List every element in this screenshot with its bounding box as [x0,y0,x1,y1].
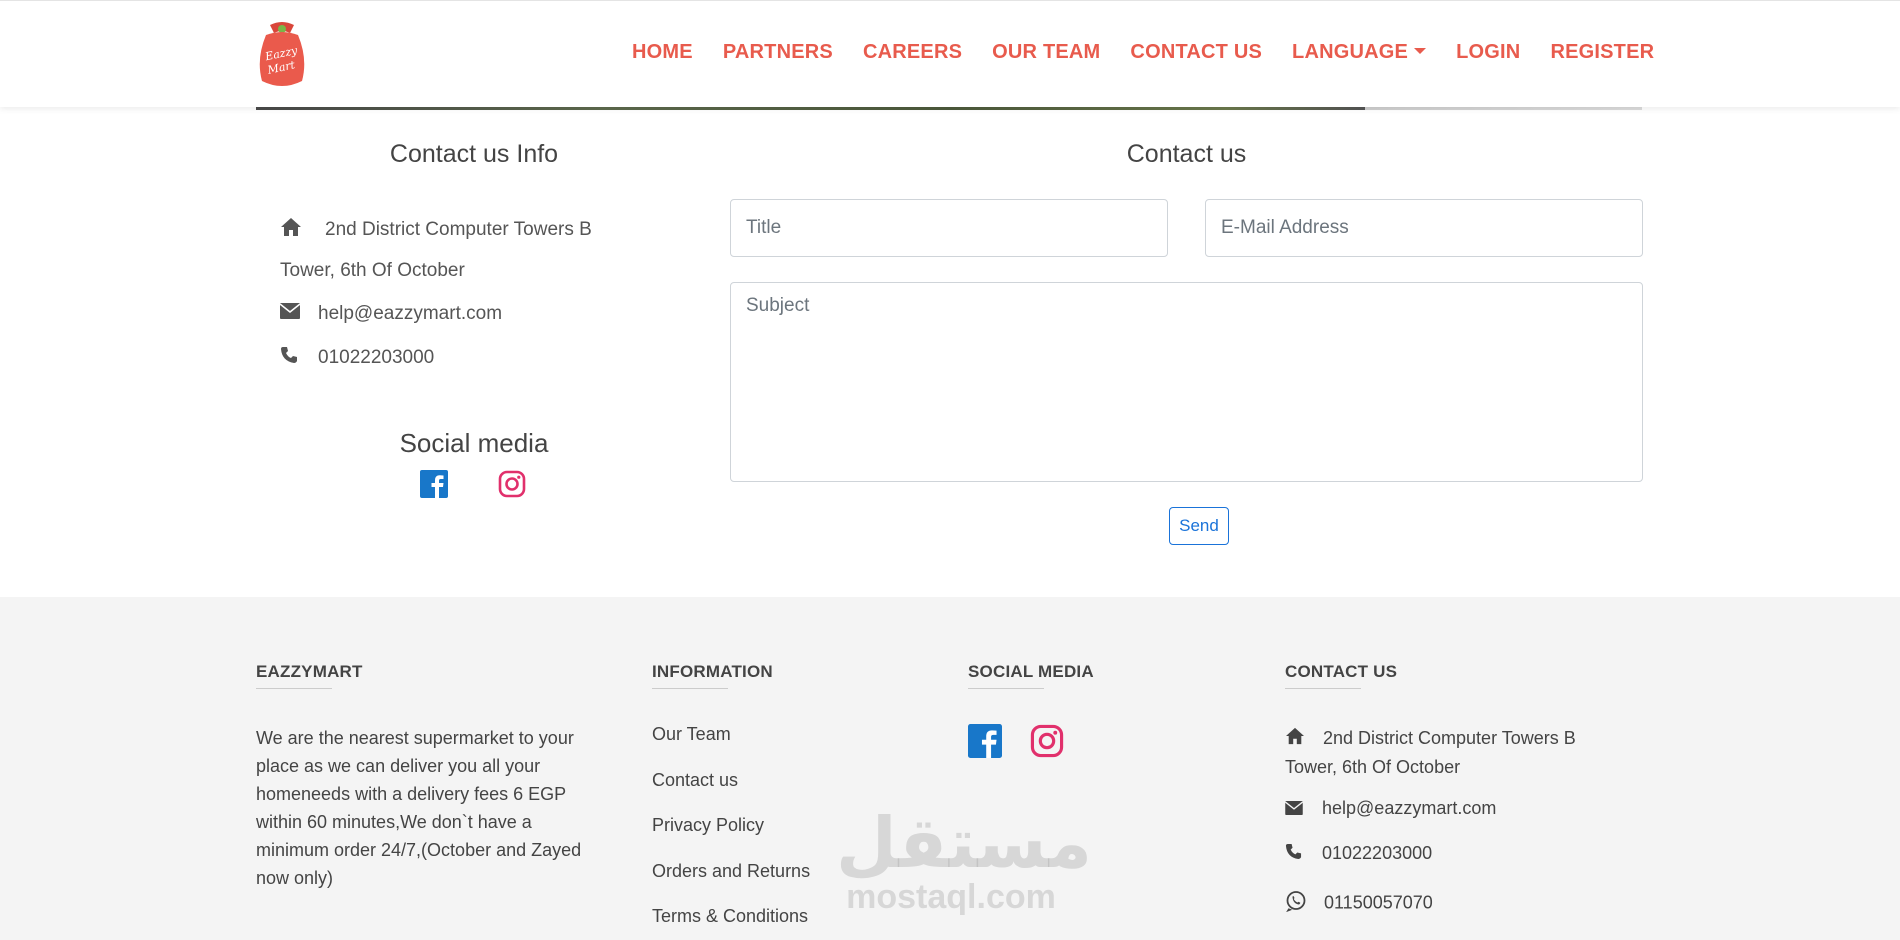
footer-divider [652,688,728,689]
contact-info-phone-text[interactable]: 01022203000 [318,347,434,368]
contact-info-phone: 01022203000 [280,346,434,370]
email-input[interactable] [1205,199,1643,257]
footer-divider [1285,688,1361,689]
footer-heading-social-media: SOCIAL MEDIA [968,662,1094,681]
footer-contact-whatsapp: 01150057070 [1285,890,1433,917]
footer-about-text: We are the nearest supermarket to your p… [256,728,582,888]
envelope-icon [279,303,318,325]
phone-icon [280,346,318,370]
footer-contact-email: help@eazzymart.com [1284,798,1496,820]
nav-register[interactable]: REGISTER [1550,41,1654,64]
nav-home[interactable]: HOME [632,41,693,64]
social-media-title: Social media [399,428,549,458]
top-navbar: Eazzy Mart HOME PARTNERS CAREERS OUR TEA… [0,0,1900,107]
footer-contact-email-text[interactable]: help@eazzymart.com [1322,798,1496,818]
footer-contact-phone-text[interactable]: 01022203000 [1322,843,1432,863]
footer-contact-address-text: 2nd District Computer Towers B Tower, 6t… [1285,728,1576,778]
main-nav: HOME PARTNERS CAREERS OUR TEAM CONTACT U… [632,41,1684,64]
subject-textarea[interactable] [730,282,1643,482]
social-icons [420,470,526,498]
footer-heading-information: INFORMATION [652,662,773,681]
contact-info-address-line2: Tower, 6th Of October [280,260,465,281]
facebook-icon[interactable] [420,470,448,498]
footer-contact-address: 2nd District Computer Towers B Tower, 6t… [1285,724,1625,781]
title-input[interactable] [730,199,1168,257]
footer-social-icons [968,724,1064,758]
instagram-icon[interactable] [1030,724,1064,758]
home-icon [280,217,325,243]
footer-contact-whatsapp-text[interactable]: 01150057070 [1324,892,1433,912]
nav-our-team[interactable]: OUR TEAM [992,41,1100,64]
watermark-latin: mostaql.com [846,878,1056,916]
mostaql-watermark: مستقل mostaql.com [836,802,1093,917]
caret-down-icon [1414,47,1427,54]
footer-contact-phone: 01022203000 [1285,843,1432,865]
contact-info-title: Contact us Info [389,140,559,168]
footer-link-contact-us[interactable]: Contact us [652,770,738,791]
footer-link-terms[interactable]: Terms & Conditions [652,906,808,927]
footer-divider [968,688,1044,689]
send-button[interactable]: Send [1169,507,1229,545]
footer-divider [256,688,332,689]
contact-info-email: help@eazzymart.com [279,303,502,325]
footer-heading-contact-us: CONTACT US [1285,662,1398,681]
envelope-icon [1284,799,1322,820]
nav-careers[interactable]: CAREERS [863,41,962,64]
contact-info-email-text[interactable]: help@eazzymart.com [318,303,502,324]
nav-language-label: LANGUAGE [1292,41,1409,63]
instagram-icon[interactable] [498,470,526,498]
watermark-arabic: مستقل [836,802,1093,884]
contact-info-address: 2nd District Computer Towers B [280,217,592,243]
whatsapp-icon [1285,890,1324,917]
contact-info-address-line1: 2nd District Computer Towers B [325,219,592,241]
phone-icon [1285,843,1322,865]
eazzymart-logo[interactable]: Eazzy Mart [256,19,308,89]
contact-form-title: Contact us [1126,140,1247,168]
nav-login[interactable]: LOGIN [1456,41,1520,64]
footer-link-our-team[interactable]: Our Team [652,724,731,745]
nav-language-dropdown[interactable]: LANGUAGE [1292,41,1427,64]
home-icon [1285,725,1323,753]
nav-contact-us[interactable]: CONTACT US [1130,41,1262,64]
footer-link-privacy-policy[interactable]: Privacy Policy [652,815,764,836]
facebook-icon[interactable] [968,724,1002,758]
footer-heading-eazzymart: EAZZYMART [256,662,363,681]
footer-link-orders-returns[interactable]: Orders and Returns [652,861,810,882]
nav-partners[interactable]: PARTNERS [723,41,833,64]
